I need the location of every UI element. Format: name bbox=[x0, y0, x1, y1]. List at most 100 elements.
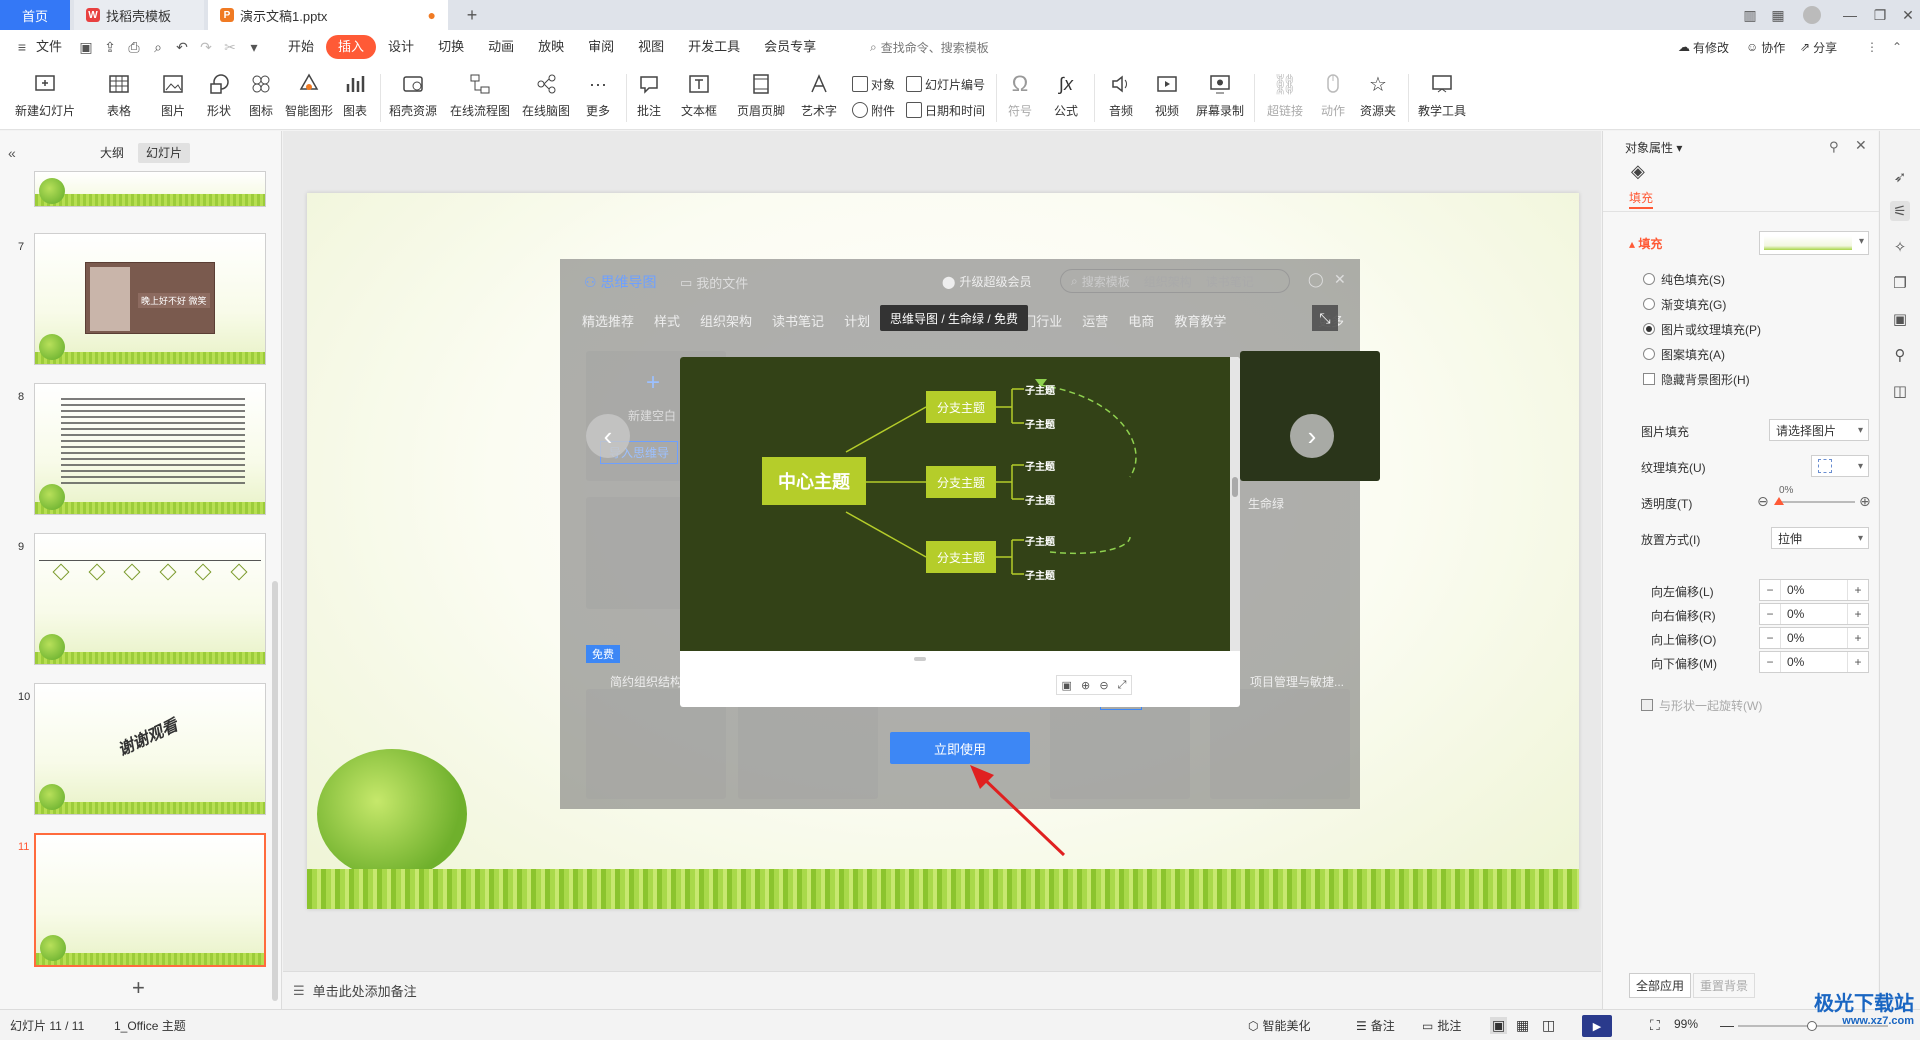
date-time-button[interactable]: 日期和时间 bbox=[906, 100, 985, 120]
upgrade-vip-button[interactable]: ⬤ 升级超级会员 bbox=[942, 273, 1031, 290]
slide-thumbnail-6[interactable] bbox=[34, 171, 266, 207]
zoom-in-icon[interactable]: ⊕ bbox=[1081, 679, 1090, 692]
book-icon[interactable]: ◫ bbox=[1890, 381, 1910, 401]
decrement-button[interactable]: − bbox=[1760, 628, 1780, 648]
collapse-ribbon-icon[interactable]: ⌃ bbox=[1892, 40, 1902, 54]
video-button[interactable]: 视频 bbox=[1148, 68, 1186, 126]
next-template-button[interactable]: › bbox=[1290, 414, 1334, 458]
template-category-tab[interactable]: 电商 bbox=[1118, 311, 1164, 330]
fit-screen-icon[interactable]: ▣ bbox=[1062, 679, 1072, 692]
offset-stepper[interactable]: −0% + bbox=[1759, 603, 1869, 625]
menu-tab[interactable]: 插入 bbox=[326, 35, 377, 59]
qa-more-icon[interactable]: ▾ bbox=[244, 37, 264, 57]
decrement-button[interactable]: − bbox=[1760, 604, 1780, 624]
template-category-tab[interactable]: 读书笔记 bbox=[762, 311, 834, 330]
increment-button[interactable]: + bbox=[1848, 652, 1868, 672]
smart-beautify-button[interactable]: ⬡ 智能美化 bbox=[1248, 1017, 1311, 1034]
play-slideshow-button[interactable]: ▶ bbox=[1582, 1015, 1612, 1037]
search-tag[interactable]: 组织架构 bbox=[1144, 273, 1192, 290]
more-button[interactable]: ··· 更多 bbox=[578, 68, 618, 126]
menu-tab[interactable]: 视图 bbox=[626, 35, 676, 59]
close-panel-icon[interactable]: ✕ bbox=[1855, 137, 1867, 154]
increment-button[interactable]: + bbox=[1848, 580, 1868, 600]
comment-button[interactable]: 批注 bbox=[632, 68, 666, 126]
shape-button[interactable]: 形状 bbox=[198, 68, 240, 126]
resize-handle[interactable] bbox=[914, 657, 926, 661]
close-dialog-icon[interactable]: ✕ bbox=[1334, 271, 1346, 288]
notes-toggle-button[interactable]: ☰ 备注 bbox=[1356, 1017, 1395, 1034]
template-category-tab[interactable]: 运营 bbox=[1072, 311, 1118, 330]
copy-icon[interactable]: ❐ bbox=[1890, 273, 1910, 293]
menu-tab[interactable]: 会员专享 bbox=[752, 35, 828, 59]
mindmap-app-title[interactable]: ⚇ 思维导图 bbox=[584, 272, 657, 292]
template-category-tab[interactable]: 组织架构 bbox=[690, 311, 762, 330]
theme-name[interactable]: 1_Office 主题 bbox=[114, 1017, 186, 1034]
menu-tab[interactable]: 开发工具 bbox=[676, 35, 752, 59]
tab-template[interactable]: W 找稻壳模板 bbox=[74, 0, 204, 30]
comments-toggle-button[interactable]: ▭ 批注 bbox=[1422, 1017, 1461, 1034]
slide-thumbnail-8[interactable] bbox=[34, 383, 266, 515]
formula-button[interactable]: ∫x 公式 bbox=[1046, 68, 1086, 126]
fullscreen-icon[interactable]: ⤢ bbox=[1118, 679, 1127, 692]
save-icon[interactable]: ▣ bbox=[76, 37, 96, 57]
rotate-with-shape[interactable]: 与形状一起旋转(W) bbox=[1603, 693, 1879, 717]
print-preview-icon[interactable]: ⌕ bbox=[148, 37, 168, 57]
zoom-level[interactable]: 99% bbox=[1674, 1017, 1698, 1031]
textbox-button[interactable]: 文本框 bbox=[676, 68, 722, 126]
undo-icon[interactable]: ↶ bbox=[172, 37, 192, 57]
reset-background-button[interactable]: 重置背景 bbox=[1693, 973, 1756, 998]
collapse-panel-icon[interactable]: « bbox=[8, 145, 16, 161]
fill-preview-select[interactable]: ▾ bbox=[1759, 231, 1869, 255]
picture-fill-select[interactable]: 请选择图片 bbox=[1769, 419, 1869, 441]
template-category-tab[interactable]: 计划 bbox=[834, 311, 880, 330]
rotate-with-shape-checkbox[interactable] bbox=[1641, 699, 1653, 711]
image-tool-icon[interactable]: ▣ bbox=[1890, 309, 1910, 329]
fill-option-gradient[interactable]: 渐变填充(G) bbox=[1603, 292, 1879, 316]
template-category-tab[interactable]: 精选推荐 bbox=[572, 311, 644, 330]
template-category-tab[interactable]: 教育教学 bbox=[1164, 311, 1236, 330]
transparency-knob[interactable] bbox=[1774, 497, 1784, 505]
more-menu-icon[interactable]: ⋮ bbox=[1866, 40, 1878, 54]
radio-pattern[interactable] bbox=[1643, 348, 1655, 360]
offset-stepper[interactable]: −0% + bbox=[1759, 579, 1869, 601]
normal-view-icon[interactable]: ▣ bbox=[1490, 1017, 1508, 1034]
prev-template-button[interactable]: ‹ bbox=[586, 414, 630, 458]
table-button[interactable]: 表格 bbox=[98, 68, 140, 126]
header-footer-button[interactable]: 页眉页脚 bbox=[732, 68, 790, 126]
hide-bg-graphics[interactable]: 隐藏背景图形(H) bbox=[1603, 367, 1879, 391]
menu-tab[interactable]: 动画 bbox=[476, 35, 526, 59]
action-button[interactable]: 动作 bbox=[1316, 68, 1350, 126]
chat-icon[interactable]: ◯ bbox=[1308, 271, 1324, 288]
share-button[interactable]: ⇗ 分享 bbox=[1800, 39, 1837, 56]
smartart-button[interactable]: 智能图形 bbox=[282, 68, 336, 126]
wordart-button[interactable]: 艺术字 bbox=[794, 68, 844, 126]
tab-home[interactable]: 首页 bbox=[0, 0, 70, 30]
screen-record-button[interactable]: 屏幕录制 bbox=[1194, 68, 1246, 126]
menu-tab[interactable]: 开始 bbox=[276, 35, 326, 59]
transparency-decrease[interactable]: ⊖ bbox=[1757, 493, 1769, 510]
symbol-button[interactable]: Ω 符号 bbox=[1002, 68, 1038, 126]
offset-stepper[interactable]: −0% + bbox=[1759, 651, 1869, 673]
search-tag[interactable]: 读书笔记 bbox=[1206, 273, 1254, 290]
properties-icon[interactable]: ⚟ bbox=[1890, 201, 1910, 221]
pin-star-icon[interactable]: ✧ bbox=[1890, 237, 1910, 257]
collaborate-button[interactable]: ☺ 协作 bbox=[1746, 39, 1785, 56]
menu-tab[interactable]: 切换 bbox=[426, 35, 476, 59]
texture-fill-select[interactable] bbox=[1811, 455, 1869, 477]
fill-option-picture[interactable]: 图片或纹理填充(P) bbox=[1603, 317, 1879, 341]
radio-picture[interactable] bbox=[1643, 323, 1655, 335]
format-painter-icon[interactable]: ✂ bbox=[220, 37, 240, 57]
location-icon[interactable]: ⚲ bbox=[1890, 345, 1910, 365]
offset-stepper[interactable]: −0% + bbox=[1759, 627, 1869, 649]
tab-fill[interactable]: 填充 bbox=[1629, 189, 1653, 206]
menu-tab[interactable]: 设计 bbox=[376, 35, 426, 59]
my-files-button[interactable]: ▭ 我的文件 bbox=[680, 273, 748, 292]
slide-number-button[interactable]: 幻灯片编号 bbox=[906, 74, 985, 94]
increment-button[interactable]: + bbox=[1848, 628, 1868, 648]
hide-bg-checkbox[interactable] bbox=[1643, 373, 1655, 385]
fill-option-solid[interactable]: 纯色填充(S) bbox=[1603, 267, 1879, 291]
offset-value[interactable]: 0% bbox=[1780, 604, 1848, 624]
chart-button[interactable]: 图表 bbox=[338, 68, 372, 126]
increment-button[interactable]: + bbox=[1848, 604, 1868, 624]
hamburger-icon[interactable]: ≡ bbox=[12, 37, 32, 57]
